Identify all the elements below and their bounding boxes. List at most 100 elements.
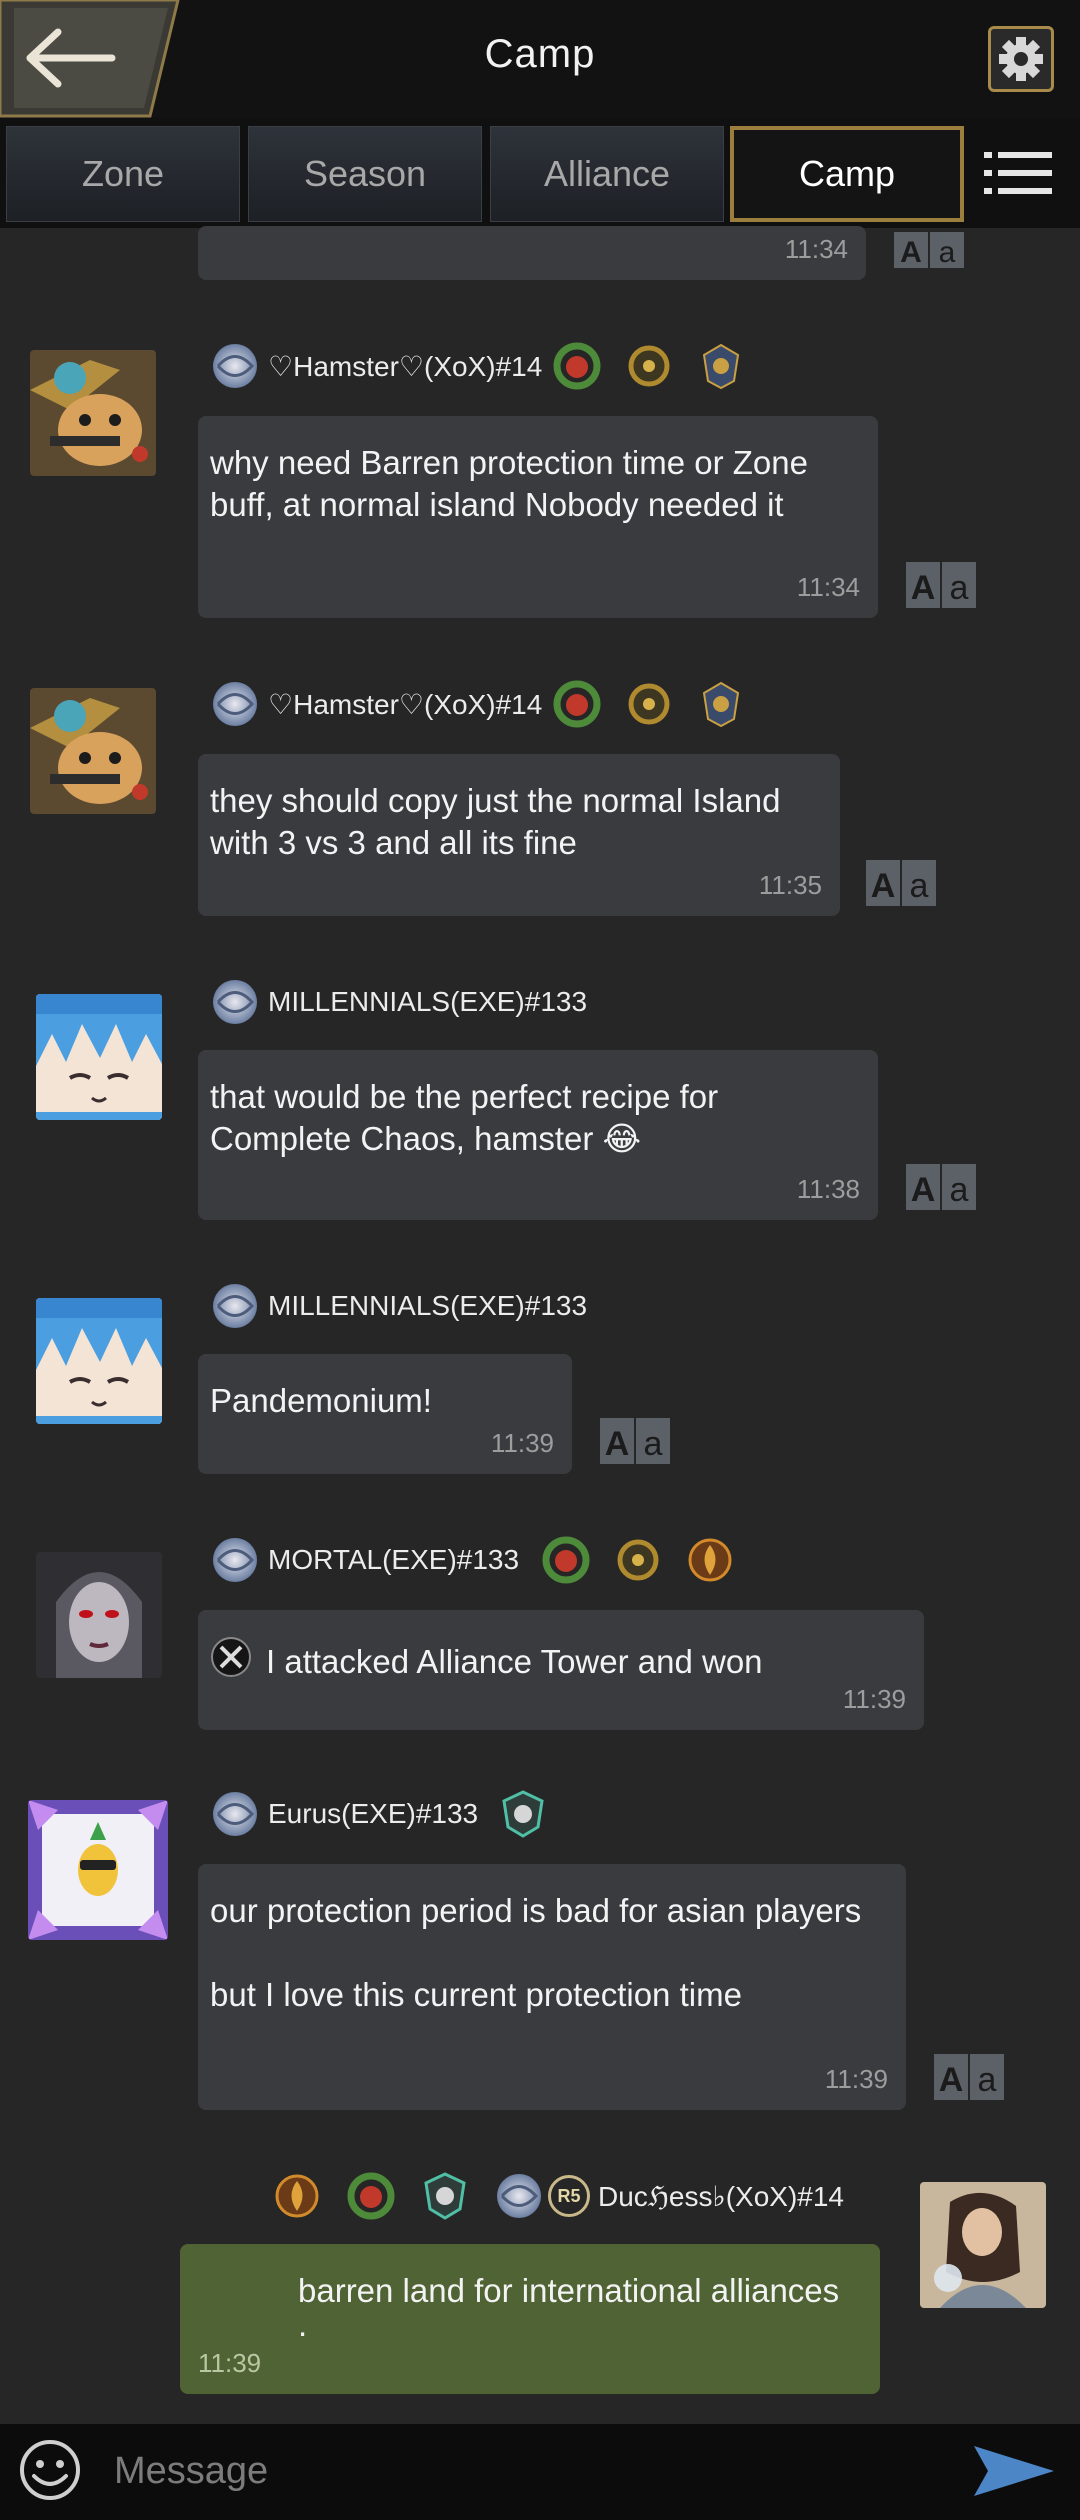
page-title: Camp <box>484 32 596 76</box>
my-message-bubble[interactable]: barren land for international alliances … <box>180 2244 880 2394</box>
svg-text:a: a <box>910 867 929 905</box>
heart-wreath-badge-icon <box>347 2172 395 2220</box>
rank-badge: R5 <box>548 2175 590 2217</box>
shell-badge-icon <box>213 1792 257 1836</box>
translate-icon: A a <box>894 232 964 269</box>
svg-text:A: A <box>605 1425 630 1463</box>
message-time: 11:35 <box>758 870 822 900</box>
anime-girl-avatar-icon <box>36 994 162 1120</box>
sender-name[interactable]: Ducℌess♭(XoX)#14 <box>598 2180 844 2213</box>
svg-text:a: a <box>978 2061 997 2099</box>
translate-button[interactable]: A a <box>600 1418 670 1464</box>
svg-text:A: A <box>911 1171 936 1209</box>
translate-button[interactable]: A a <box>906 562 976 608</box>
translate-button[interactable]: A a <box>906 1164 976 1210</box>
translate-icon: A a <box>934 2054 1004 2100</box>
message-text: that would be the perfect recipe for Com… <box>210 1078 719 1157</box>
message-time: 11:39 <box>490 1428 554 1458</box>
sender-row: ♡Hamster♡(XoX)#14 <box>210 676 768 732</box>
svg-text:A: A <box>911 569 936 607</box>
heart-wreath-badge-icon <box>542 1536 590 1584</box>
hamster-avatar-icon <box>30 688 156 814</box>
shell-badge-icon <box>213 682 257 726</box>
message-text: I attacked Alliance Tower and won <box>266 1643 763 1680</box>
smiley-icon <box>20 2440 80 2500</box>
svg-text:A: A <box>939 2061 964 2099</box>
sender-name[interactable]: MILLENNIALS(EXE)#133 <box>268 986 587 1018</box>
avatar[interactable] <box>36 1298 162 1424</box>
sender-name[interactable]: MORTAL(EXE)#133 <box>268 1544 519 1576</box>
my-avatar[interactable] <box>920 2182 1046 2308</box>
message-bubble[interactable]: why need Barren protection time or Zone … <box>198 416 878 618</box>
message-time: 11:34 <box>796 572 860 602</box>
tab-camp[interactable]: Camp <box>730 126 964 222</box>
gear-icon <box>999 37 1043 81</box>
emblem-badge-icon <box>703 343 740 390</box>
svg-text:a: a <box>950 1171 969 1209</box>
message-bubble[interactable]: I attacked Alliance Tower and won 11:39 <box>198 1610 924 1730</box>
send-arrow-icon <box>974 2446 1054 2496</box>
skull-crest-badge-icon <box>424 2172 466 2220</box>
sender-row: MILLENNIALS(EXE)#133 <box>210 974 597 1030</box>
sender-name[interactable]: ♡Hamster♡(XoX)#14 <box>268 688 542 721</box>
svg-text:A: A <box>871 867 896 905</box>
svg-text:A: A <box>900 236 922 268</box>
translate-icon: A a <box>866 860 936 906</box>
translate-button[interactable]: A a <box>866 860 936 906</box>
sender-name[interactable]: Eurus(EXE)#133 <box>268 1798 478 1830</box>
translate-icon: A a <box>906 1164 976 1210</box>
sender-row: MORTAL(EXE)#133 <box>210 1532 757 1588</box>
message-time: 11:39 <box>842 1684 906 1714</box>
message-input[interactable] <box>112 2438 956 2504</box>
translate-button[interactable]: A a <box>934 2054 1004 2100</box>
svg-text:a: a <box>644 1425 663 1463</box>
sender-name[interactable]: MILLENNIALS(EXE)#133 <box>268 1290 587 1322</box>
shell-badge-icon <box>497 2174 541 2218</box>
emblem-badge-icon <box>703 681 740 728</box>
message-text: Pandemonium! <box>210 1382 432 1419</box>
translate-icon: A a <box>906 562 976 608</box>
message-time: 11:34 <box>784 234 848 264</box>
tab-zone[interactable]: Zone <box>6 126 240 222</box>
ring-badge-icon <box>628 683 670 725</box>
message-bubble[interactable]: 11:34 <box>198 226 866 280</box>
flame-badge-icon <box>275 2174 319 2218</box>
pineapple-avatar-icon <box>28 1800 168 1940</box>
sender-name[interactable]: ♡Hamster♡(XoX)#14 <box>268 350 542 383</box>
message-text: but I love this current protection time <box>210 1976 742 2013</box>
sender-row: R5 Ducℌess♭(XoX)#14 <box>272 2168 854 2224</box>
message-time: 11:39 <box>824 2064 888 2094</box>
ring-badge-icon <box>628 345 670 387</box>
channel-menu-button[interactable] <box>982 148 1054 198</box>
settings-button[interactable] <box>988 26 1054 92</box>
flame-badge-icon <box>688 1538 732 1582</box>
translate-icon: A a <box>600 1418 670 1464</box>
message-text: they should copy just the normal Island … <box>210 782 781 861</box>
avatar[interactable] <box>30 350 156 476</box>
anime-girl-avatar-icon <box>36 1298 162 1424</box>
message-time: 11:38 <box>796 1174 860 1204</box>
sender-row: ♡Hamster♡(XoX)#14 <box>210 338 768 394</box>
message-time: 11:39 <box>198 2348 262 2378</box>
tab-season[interactable]: Season <box>248 126 482 222</box>
ring-badge-icon <box>617 1539 659 1581</box>
message-text: why need Barren protection time or Zone … <box>210 444 808 523</box>
message-bubble[interactable]: Pandemonium! 11:39 <box>198 1354 572 1474</box>
shell-badge-icon <box>213 1538 257 1582</box>
sender-row: Eurus(EXE)#133 <box>210 1786 570 1842</box>
translate-button[interactable]: A a <box>894 232 964 269</box>
emoji-button[interactable] <box>16 2436 84 2504</box>
message-bubble[interactable]: that would be the perfect recipe for Com… <box>198 1050 878 1220</box>
svg-text:a: a <box>950 569 969 607</box>
avatar[interactable] <box>28 1800 168 1940</box>
send-button[interactable] <box>970 2440 1058 2502</box>
tab-alliance[interactable]: Alliance <box>490 126 724 222</box>
avatar[interactable] <box>30 688 156 814</box>
message-bubble[interactable]: they should copy just the normal Island … <box>198 754 840 916</box>
avatar[interactable] <box>36 994 162 1120</box>
message-text: our protection period is bad for asian p… <box>210 1892 862 1929</box>
portrait-avatar-icon <box>920 2182 1046 2308</box>
message-bubble[interactable]: our protection period is bad for asian p… <box>198 1864 906 2110</box>
avatar[interactable] <box>36 1552 162 1678</box>
list-menu-icon <box>984 152 1052 194</box>
